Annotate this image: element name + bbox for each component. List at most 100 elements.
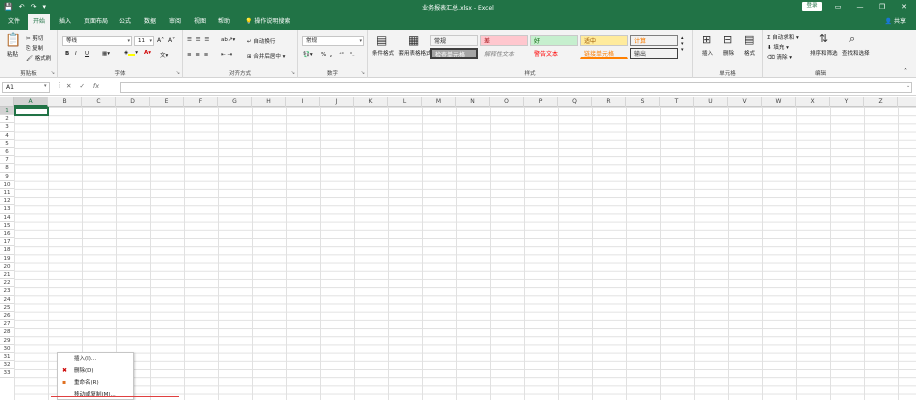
tab-insert[interactable]: 插入 — [54, 14, 76, 30]
row-header[interactable]: 32 — [0, 361, 14, 370]
column-header[interactable]: Z — [864, 97, 898, 107]
font-launcher-icon[interactable]: ↘ — [176, 70, 180, 76]
column-header[interactable]: Q — [558, 97, 592, 107]
column-header[interactable]: O — [490, 97, 524, 107]
row-header[interactable]: 30 — [0, 345, 14, 353]
ribbon-display-options-icon[interactable]: ▭ — [832, 1, 844, 13]
column-header[interactable]: H — [252, 97, 286, 107]
enter-icon[interactable]: ✓ — [79, 82, 84, 90]
login-button[interactable]: 登录 — [802, 2, 822, 11]
row-header[interactable]: 21 — [0, 271, 14, 280]
comma-button[interactable]: , — [330, 52, 332, 58]
row-header[interactable]: 5 — [0, 140, 14, 148]
tab-help[interactable]: 帮助 — [213, 14, 235, 30]
collapse-ribbon-icon[interactable]: ˄ — [904, 68, 907, 75]
column-header[interactable]: W — [762, 97, 796, 107]
row-header[interactable]: 19 — [0, 255, 14, 263]
column-header[interactable]: E — [150, 97, 184, 107]
row-header[interactable]: 3 — [0, 123, 14, 132]
font-name-combo[interactable]: 等线 ▾ — [62, 36, 132, 46]
tab-view[interactable]: 视图 — [189, 14, 211, 30]
style-linked-cell[interactable]: 链接单元格 — [580, 48, 628, 59]
table-format-icon[interactable]: ▦ — [408, 33, 419, 47]
column-header[interactable]: P — [524, 97, 558, 107]
share-button[interactable]: 👤 共享 — [885, 14, 906, 30]
underline-button[interactable]: U — [85, 51, 89, 57]
row-header[interactable]: 9 — [0, 173, 14, 181]
clipboard-launcher-icon[interactable]: ↘ — [51, 70, 55, 76]
style-calculation[interactable]: 计算 — [630, 35, 678, 46]
tab-home[interactable]: 开始 — [28, 14, 51, 30]
row-header[interactable]: 10 — [0, 181, 14, 189]
row-header[interactable]: 27 — [0, 320, 14, 329]
style-good[interactable]: 好 — [530, 35, 578, 46]
style-bad[interactable]: 差 — [480, 35, 528, 46]
row-header[interactable]: 2 — [0, 115, 14, 124]
orientation-icon[interactable]: ab↗▾ — [221, 37, 235, 43]
menu-item-insert[interactable]: 插入(I)... — [58, 353, 134, 365]
cut-button[interactable]: ✂ 剪切 — [26, 34, 43, 42]
column-header[interactable]: T — [660, 97, 694, 107]
alignment-launcher-icon[interactable]: ↘ — [291, 70, 295, 76]
grow-font-icon[interactable]: A˄ — [157, 37, 164, 44]
column-header[interactable]: L — [388, 97, 422, 107]
conditional-format-button[interactable]: 条件格式 — [372, 49, 394, 57]
column-header[interactable]: K — [354, 97, 388, 107]
borders-icon[interactable]: ▦▾ — [102, 51, 110, 57]
indent-icons[interactable]: ⇤ ⇥ — [221, 52, 232, 58]
row-header[interactable]: 25 — [0, 304, 14, 312]
format-painter-button[interactable]: 🖌 格式刷 — [26, 54, 51, 62]
number-launcher-icon[interactable]: ↘ — [361, 70, 365, 76]
format-cells-icon[interactable]: ▤ — [744, 33, 754, 46]
table-format-button[interactable]: 套用表格格式 — [398, 49, 432, 57]
style-explanatory[interactable]: 解释性文本 — [480, 48, 528, 59]
column-header[interactable]: X — [796, 97, 830, 107]
column-header[interactable]: F — [184, 97, 218, 107]
style-neutral[interactable]: 适中 — [580, 35, 628, 46]
column-header[interactable]: S — [626, 97, 660, 107]
styles-scroll-icons[interactable]: ▴ ▾ ▾ — [681, 35, 684, 53]
horizontal-align-icons[interactable]: ≡ ≡ ≡ — [187, 52, 209, 58]
row-header[interactable]: 22 — [0, 279, 14, 288]
column-header[interactable]: Y — [830, 97, 864, 107]
column-header[interactable]: A — [14, 97, 48, 107]
column-header[interactable]: M — [422, 97, 456, 107]
column-header[interactable]: G — [218, 97, 252, 107]
column-header[interactable]: B — [48, 97, 82, 107]
row-header[interactable]: 29 — [0, 337, 14, 345]
sort-filter-icon[interactable]: ⇅ — [819, 32, 828, 45]
column-header[interactable]: I — [286, 97, 320, 107]
style-check-cell[interactable]: 检查单元格 — [430, 48, 478, 59]
maximize-button[interactable]: ❐ — [876, 1, 888, 13]
paste-button[interactable]: 粘贴 — [7, 50, 18, 58]
row-header[interactable]: 12 — [0, 197, 14, 206]
bold-button[interactable]: B — [65, 51, 69, 57]
column-header[interactable]: U — [694, 97, 728, 107]
insert-cells-button[interactable]: 插入 — [702, 49, 713, 57]
column-header[interactable]: C — [82, 97, 116, 107]
close-button[interactable]: ✕ — [898, 1, 910, 13]
percent-button[interactable]: % — [321, 52, 326, 58]
select-all-corner[interactable] — [0, 97, 14, 107]
accounting-format-icon[interactable]: 💱▾ — [303, 52, 313, 58]
shrink-font-icon[interactable]: A˅ — [168, 37, 175, 44]
row-header[interactable]: 7 — [0, 156, 14, 165]
expand-formula-icon[interactable]: ⌄ — [906, 83, 910, 89]
paste-icon[interactable]: 📋 — [5, 33, 21, 48]
sort-filter-button[interactable]: 排序和筛选 — [810, 49, 838, 57]
row-header[interactable]: 18 — [0, 246, 14, 255]
row-header[interactable]: 28 — [0, 328, 14, 337]
column-header[interactable]: N — [456, 97, 490, 107]
style-warning[interactable]: 警告文本 — [530, 48, 578, 59]
row-header[interactable]: 24 — [0, 296, 14, 304]
column-header[interactable]: V — [728, 97, 762, 107]
tab-formulas[interactable]: 公式 — [114, 14, 136, 30]
row-header[interactable]: 4 — [0, 132, 14, 140]
row-header[interactable]: 16 — [0, 230, 14, 239]
name-box-dropdown-icon[interactable]: ▾ — [44, 83, 47, 89]
active-cell-a1[interactable] — [14, 107, 49, 116]
row-header[interactable]: 1 — [0, 107, 14, 116]
delete-cells-icon[interactable]: ⊟ — [723, 33, 732, 46]
row-header[interactable]: 33 — [0, 369, 14, 378]
tab-data[interactable]: 数据 — [139, 14, 161, 30]
